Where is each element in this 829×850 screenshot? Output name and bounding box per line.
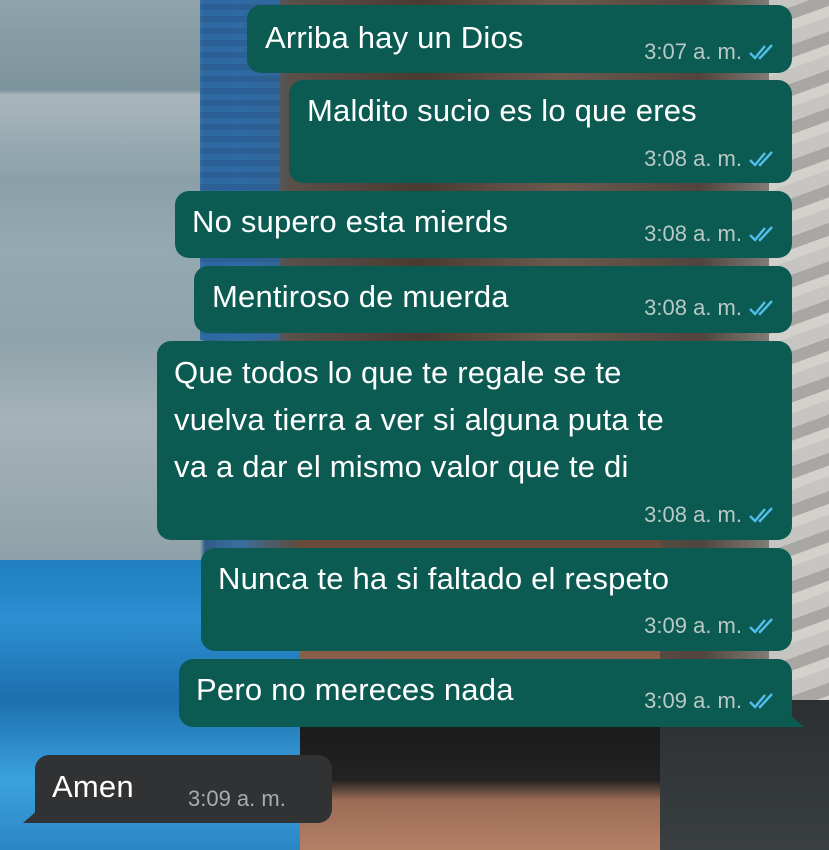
message-meta: 3:08 a. m. [644,295,776,321]
message-text: Nunca te ha si faltado el respeto [218,561,670,596]
bubble-tail [788,713,804,727]
message-time: 3:08 a. m. [644,502,742,527]
message-meta: 3:08 a. m. [644,502,776,528]
incoming-message[interactable]: Amen 3:09 a. m. [23,755,332,823]
message-meta: 3:08 a. m. [644,146,776,172]
message-line: va a dar el mismo valor que te di [174,449,629,484]
message-text: No supero esta mierds [192,204,509,239]
double-check-icon [749,151,773,167]
outgoing-message[interactable]: No supero esta mierds 3:08 a. m. [175,191,792,258]
outgoing-message[interactable]: Nunca te ha si faltado el respeto 3:09 a… [201,548,792,651]
double-check-icon [749,44,773,60]
bubble-tail [23,809,39,823]
outgoing-message[interactable]: Que todos lo que te regale se te vuelva … [157,341,792,540]
message-meta: 3:07 a. m. [644,39,776,65]
message-time: 3:08 a. m. [644,146,742,171]
double-check-icon [749,300,773,316]
message-text: Maldito sucio es lo que eres [307,93,697,128]
double-check-icon [749,693,773,709]
message-time: 3:09 a. m. [188,786,286,811]
message-time: 3:08 a. m. [644,221,742,246]
outgoing-message[interactable]: Arriba hay un Dios 3:07 a. m. [247,5,792,73]
chat-view: Arriba hay un Dios 3:07 a. m. Maldito su… [0,0,829,850]
outgoing-message[interactable]: Maldito sucio es lo que eres 3:08 a. m. [289,80,792,183]
message-meta: 3:09 a. m. [188,786,286,812]
outgoing-message[interactable]: Pero no mereces nada 3:09 a. m. [179,659,804,727]
message-text: Amen [52,769,134,804]
double-check-icon [749,618,773,634]
message-line: vuelva tierra a ver si alguna puta te [174,402,664,437]
message-time: 3:09 a. m. [644,613,742,638]
message-line: Que todos lo que te regale se te [174,355,622,390]
double-check-icon [749,507,773,523]
message-text: Arriba hay un Dios [265,20,524,55]
message-time: 3:08 a. m. [644,295,742,320]
message-meta: 3:09 a. m. [644,688,776,714]
message-time: 3:09 a. m. [644,688,742,713]
message-text: Mentiroso de muerda [212,279,509,314]
message-meta: 3:09 a. m. [644,613,776,639]
outgoing-message[interactable]: Mentiroso de muerda 3:08 a. m. [194,266,792,333]
message-text: Pero no mereces nada [196,672,514,707]
message-meta: 3:08 a. m. [644,221,776,247]
message-time: 3:07 a. m. [644,39,742,64]
double-check-icon [749,226,773,242]
